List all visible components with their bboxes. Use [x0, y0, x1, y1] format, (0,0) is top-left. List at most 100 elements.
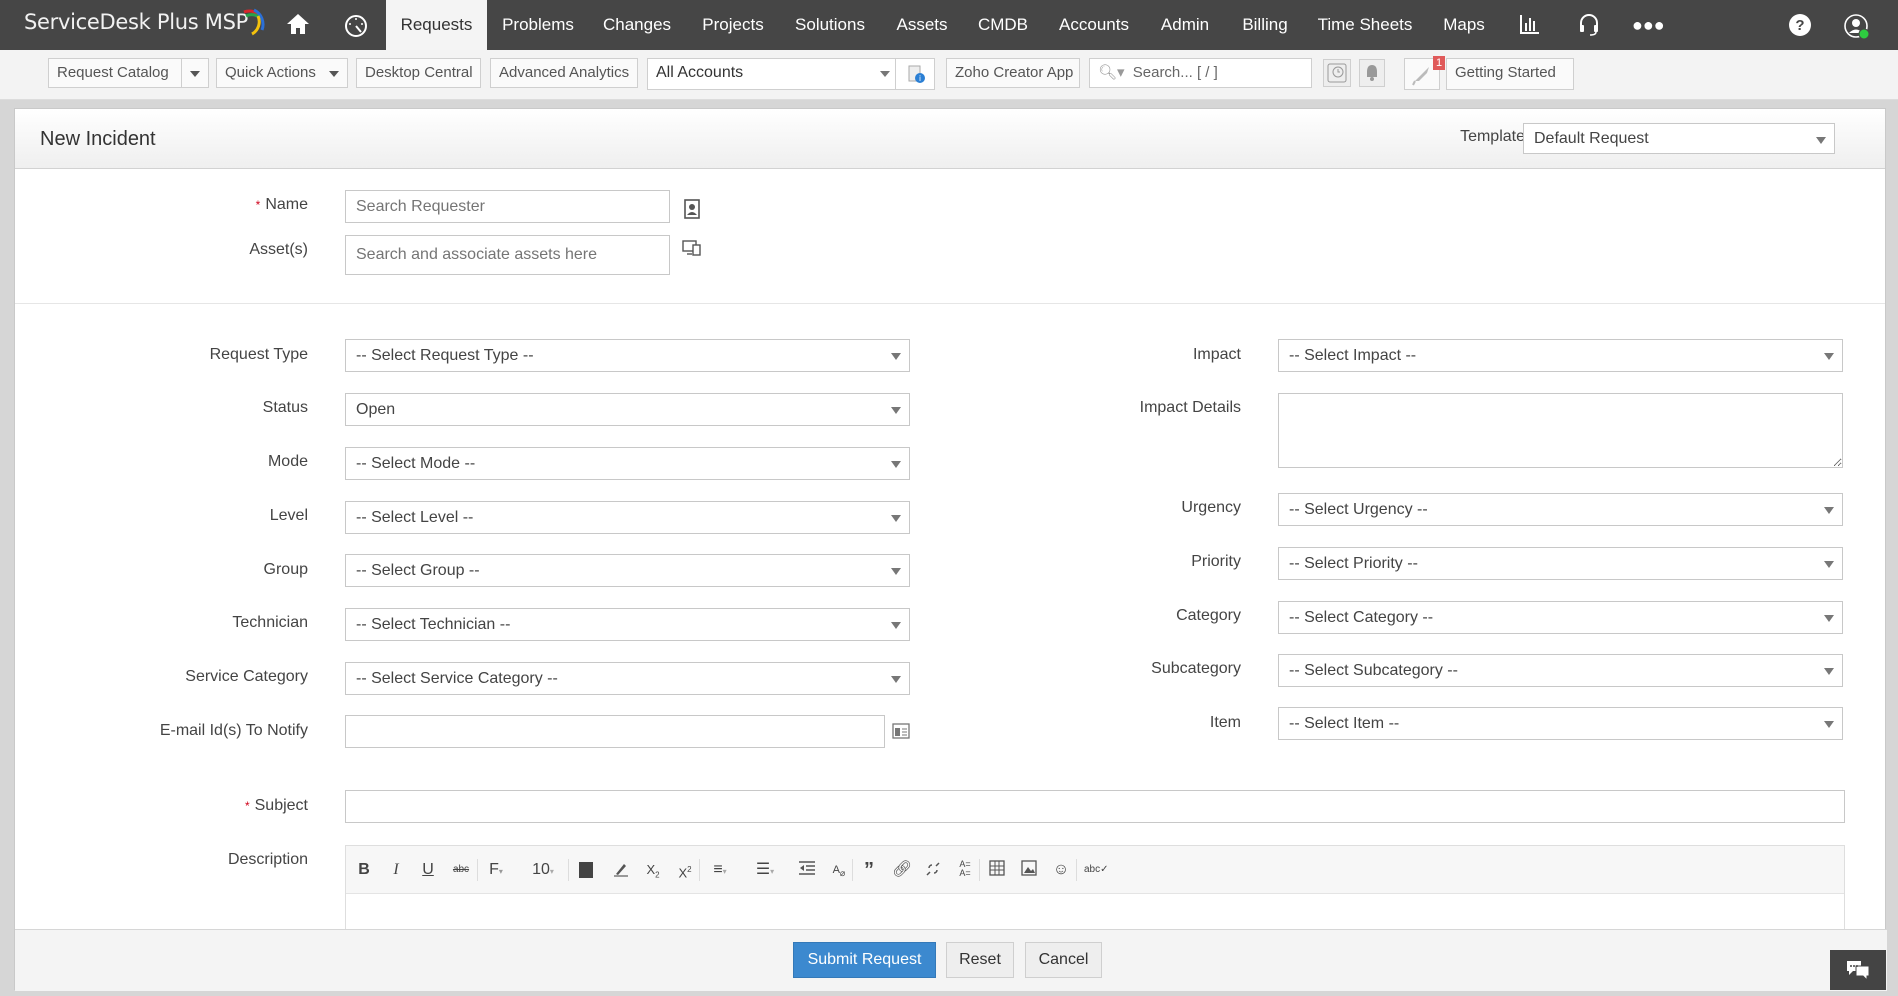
tab-projects[interactable]: Projects [692, 0, 774, 50]
image-icon[interactable] [1020, 860, 1038, 880]
table-icon[interactable] [988, 860, 1006, 880]
priority-value: -- Select Priority -- [1289, 555, 1418, 572]
more-icon[interactable]: ●●● [1632, 13, 1665, 37]
line-height-icon[interactable]: A= A= [956, 860, 974, 880]
editor-toolbar: B I U abc F▾ 10▾ X2 X2 ≡▾ ☰▾ A⌀ ” 🔗︎ A= … [346, 846, 1844, 894]
text-color-icon[interactable] [578, 860, 594, 880]
clear-format-icon[interactable]: A⌀ [830, 860, 848, 880]
item-select[interactable]: -- Select Item -- [1278, 707, 1843, 740]
caret-down-icon [891, 515, 901, 522]
template-select[interactable]: Default Request [1523, 123, 1835, 154]
impact-select[interactable]: -- Select Impact -- [1278, 339, 1843, 372]
submit-request-button[interactable]: Submit Request [793, 942, 936, 978]
reports-icon[interactable] [1516, 13, 1544, 40]
technician-select[interactable]: -- Select Technician -- [345, 608, 910, 641]
tab-assets[interactable]: Assets [886, 0, 958, 50]
impact-details-textarea[interactable] [1278, 393, 1843, 468]
chat-button[interactable] [1830, 950, 1886, 990]
toolbar-separator [699, 859, 700, 881]
assets-input[interactable] [345, 235, 670, 275]
subcategory-select[interactable]: -- Select Subcategory -- [1278, 654, 1843, 687]
toolbar-separator [477, 859, 478, 881]
level-select[interactable]: -- Select Level -- [345, 501, 910, 534]
zoho-creator-button[interactable]: Zoho Creator App [946, 58, 1080, 88]
link-icon[interactable]: 🔗︎ [892, 860, 912, 880]
logo-arc-icon [243, 8, 265, 36]
caret-down-icon [880, 71, 890, 77]
blockquote-icon[interactable]: ” [860, 860, 878, 880]
required-star: * [255, 198, 261, 212]
tab-admin[interactable]: Admin [1152, 0, 1218, 50]
toolbar-separator [568, 859, 569, 881]
advanced-analytics-button[interactable]: Advanced Analytics [490, 58, 638, 88]
tab-time-sheets[interactable]: Time Sheets [1312, 0, 1418, 50]
requester-lookup-icon[interactable] [682, 199, 702, 219]
unlink-icon[interactable] [924, 860, 942, 880]
account-info-button[interactable]: i [895, 58, 935, 90]
spellcheck-icon[interactable]: abc✓ [1084, 860, 1109, 880]
service-category-select[interactable]: -- Select Service Category -- [345, 662, 910, 695]
email-lookup-icon[interactable] [891, 722, 911, 742]
desktop-central-button[interactable]: Desktop Central [356, 58, 481, 88]
request-catalog-button[interactable]: Request Catalog [48, 58, 183, 88]
search-icon[interactable]: 🔍︎▾ [1098, 64, 1125, 81]
email-notify-input[interactable] [345, 715, 885, 748]
mode-label: Mode [267, 453, 308, 470]
reset-button[interactable]: Reset [946, 942, 1014, 978]
tab-requests[interactable]: Requests [386, 0, 487, 50]
align-icon[interactable]: ≡▾ [708, 860, 732, 880]
request-type-label: Request Type [209, 346, 308, 363]
secondary-toolbar: Request Catalog Quick Actions Desktop Ce… [0, 50, 1898, 100]
service-category-value: -- Select Service Category -- [356, 670, 558, 687]
superscript-icon[interactable]: X2 [676, 860, 694, 880]
italic-icon[interactable]: I [388, 860, 404, 880]
tab-changes[interactable]: Changes [592, 0, 682, 50]
group-select[interactable]: -- Select Group -- [345, 554, 910, 587]
strikethrough-icon[interactable]: abc [452, 860, 470, 880]
bold-icon[interactable]: B [356, 860, 372, 880]
technician-value: -- Select Technician -- [356, 616, 511, 633]
asset-lookup-icon[interactable] [682, 239, 702, 259]
tab-cmdb[interactable]: CMDB [970, 0, 1036, 50]
tab-problems[interactable]: Problems [490, 0, 586, 50]
highlight-icon[interactable] [612, 860, 630, 880]
requester-name-input[interactable] [345, 190, 670, 223]
chat-icon [1847, 961, 1870, 982]
category-select[interactable]: -- Select Category -- [1278, 601, 1843, 634]
tab-accounts[interactable]: Accounts [1050, 0, 1138, 50]
email-notify-label: E-mail Id(s) To Notify [159, 722, 308, 739]
getting-started-button[interactable]: Getting Started [1446, 58, 1574, 90]
request-type-select[interactable]: -- Select Request Type -- [345, 339, 910, 372]
tab-solutions[interactable]: Solutions [786, 0, 874, 50]
quick-actions-button[interactable]: Quick Actions [216, 58, 348, 88]
subject-input[interactable] [345, 790, 1845, 823]
home-icon[interactable] [284, 13, 312, 40]
list-icon[interactable]: ☰▾ [752, 860, 778, 880]
app-logo[interactable]: ServiceDesk Plus MSP [24, 10, 248, 34]
cancel-button[interactable]: Cancel [1025, 942, 1102, 978]
request-catalog-dropdown[interactable] [181, 58, 209, 88]
dashboard-icon[interactable] [342, 13, 370, 42]
status-select[interactable]: Open [345, 393, 910, 426]
urgency-select[interactable]: -- Select Urgency -- [1278, 493, 1843, 526]
tab-maps[interactable]: Maps [1432, 0, 1496, 50]
mode-select[interactable]: -- Select Mode -- [345, 447, 910, 480]
indent-icon[interactable] [798, 860, 816, 880]
emoji-icon[interactable]: ☺ [1052, 860, 1070, 880]
font-size-select[interactable]: 10▾ [528, 860, 558, 880]
help-icon[interactable]: ? [1786, 13, 1814, 42]
notifications-button[interactable] [1359, 59, 1385, 87]
global-search-input[interactable]: 🔍︎▾ Search... [ / ] [1089, 58, 1312, 88]
account-select[interactable]: All Accounts [647, 58, 896, 90]
caret-down-icon [891, 353, 901, 360]
priority-select[interactable]: -- Select Priority -- [1278, 547, 1843, 580]
priority-label: Priority [1191, 553, 1241, 570]
recent-items-button[interactable] [1323, 59, 1351, 87]
profile-icon[interactable] [1843, 13, 1871, 46]
level-label: Level [269, 507, 308, 524]
headset-icon[interactable] [1575, 13, 1603, 42]
subscript-icon[interactable]: X2 [644, 860, 662, 880]
font-family-icon[interactable]: F▾ [486, 860, 506, 880]
underline-icon[interactable]: U [420, 860, 436, 880]
tab-billing[interactable]: Billing [1230, 0, 1300, 50]
